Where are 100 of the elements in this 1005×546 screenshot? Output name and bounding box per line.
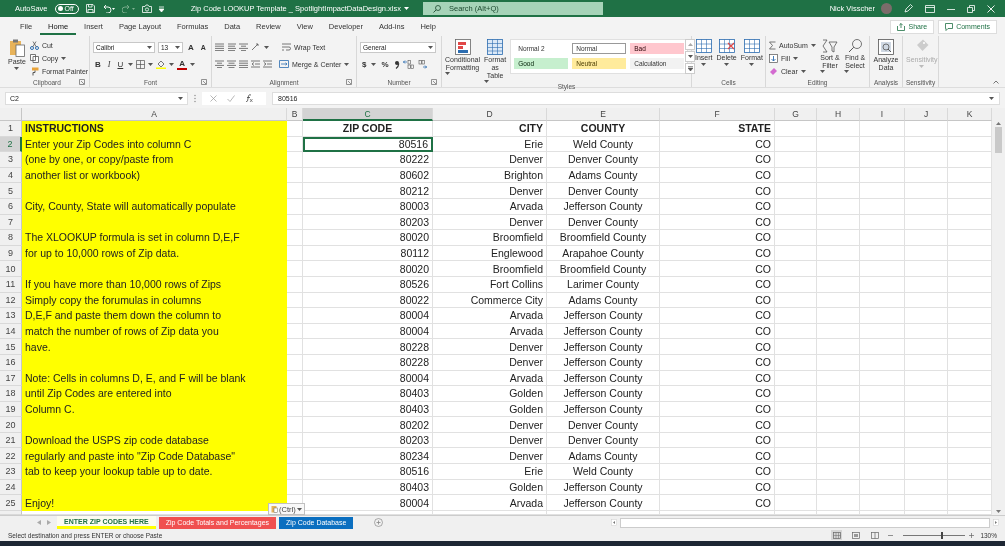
underline-button[interactable]: U xyxy=(115,59,126,69)
dialog-launcher-icon[interactable] xyxy=(346,79,352,85)
empty-cell xyxy=(905,152,948,168)
empty-cell xyxy=(817,245,860,262)
align-right-icon[interactable] xyxy=(239,60,248,68)
row-header[interactable]: 13 xyxy=(0,308,22,324)
table-cell: Jefferson County xyxy=(547,323,660,340)
align-middle-icon[interactable] xyxy=(227,43,236,51)
column-header[interactable]: B xyxy=(287,108,303,121)
empty-cell xyxy=(817,136,860,153)
collapse-ribbon-icon[interactable] xyxy=(993,80,999,84)
column-header[interactable]: G xyxy=(775,108,817,121)
function-icon[interactable] xyxy=(245,94,253,102)
borders-icon[interactable] xyxy=(136,59,146,69)
scroll-right-icon[interactable] xyxy=(993,519,999,526)
orientation-icon[interactable] xyxy=(251,43,261,51)
delete-cells-icon xyxy=(718,39,735,53)
table-cell: 80212 xyxy=(303,183,433,199)
redo-icon[interactable] xyxy=(121,4,135,13)
table-cell: 80526 xyxy=(303,276,433,293)
scroll-down-button[interactable] xyxy=(685,51,696,62)
empty-cell xyxy=(905,276,948,293)
column-header[interactable]: I xyxy=(860,108,905,121)
scroll-down-icon[interactable] xyxy=(996,510,1001,513)
table-cell: Arvada xyxy=(433,198,547,215)
increase-indent-icon[interactable] xyxy=(263,60,272,68)
caret-icon xyxy=(296,507,302,511)
restore-icon[interactable] xyxy=(967,4,975,13)
empty-cell xyxy=(905,417,948,433)
decrease-decimal-icon[interactable] xyxy=(416,59,428,69)
column-header[interactable]: C xyxy=(303,108,433,121)
horizontal-scrollbar[interactable] xyxy=(620,517,990,528)
row-header[interactable]: 23 xyxy=(0,464,22,480)
ribbon-display-icon[interactable] xyxy=(925,4,935,13)
table-cell: until Zip Codes are entered into xyxy=(22,386,287,402)
dialog-launcher-icon[interactable] xyxy=(431,79,437,85)
row-header[interactable]: 8 xyxy=(0,230,22,246)
format-cells-icon xyxy=(743,39,760,53)
row-header[interactable]: 22 xyxy=(0,448,22,465)
currency-button[interactable]: $ xyxy=(360,59,369,69)
zoom-in-icon[interactable] xyxy=(969,532,975,538)
column-header[interactable]: D xyxy=(433,108,547,121)
align-left-icon[interactable] xyxy=(215,60,224,68)
customize-icon[interactable] xyxy=(158,5,164,12)
align-top-icon[interactable] xyxy=(215,43,224,51)
pen-icon[interactable] xyxy=(904,4,913,13)
close-icon[interactable] xyxy=(987,4,995,13)
row-header[interactable]: 25 xyxy=(0,495,22,511)
page-break-view-button[interactable] xyxy=(869,530,881,540)
dialog-launcher-icon[interactable] xyxy=(201,79,207,85)
caret-icon xyxy=(264,45,269,49)
dialog-launcher-icon[interactable] xyxy=(79,79,85,85)
empty-cell xyxy=(905,464,948,480)
empty-cell xyxy=(860,230,905,246)
row-header[interactable]: 3 xyxy=(0,152,22,168)
scroll-up-icon[interactable] xyxy=(996,122,1001,125)
undo-icon[interactable] xyxy=(101,4,115,13)
column-header[interactable]: A xyxy=(22,108,287,121)
column-header[interactable]: E xyxy=(547,108,660,121)
decrease-indent-icon[interactable] xyxy=(251,60,260,68)
percent-button[interactable]: % xyxy=(379,59,391,69)
row-header[interactable]: 15 xyxy=(0,339,22,355)
table-cell: 80228 xyxy=(303,354,433,371)
comma-style-icon[interactable] xyxy=(393,59,400,69)
more-styles-button[interactable] xyxy=(685,63,696,74)
font-color-button[interactable]: A xyxy=(177,58,187,70)
copy-icon xyxy=(29,53,39,63)
column-header[interactable]: F xyxy=(660,108,775,121)
scrollbar-thumb[interactable] xyxy=(995,127,1002,153)
fill-color-icon[interactable] xyxy=(156,59,167,69)
row-header[interactable]: 5 xyxy=(0,183,22,199)
align-center-icon[interactable] xyxy=(227,60,236,68)
table-cell: CO xyxy=(660,417,775,433)
empty-cell xyxy=(287,276,303,293)
row-header[interactable]: 20 xyxy=(0,417,22,433)
previous-sheet-icon[interactable] xyxy=(37,520,41,525)
column-header[interactable]: J xyxy=(905,108,948,121)
normal-view-button[interactable] xyxy=(831,530,843,540)
grow-font-button[interactable]: A xyxy=(186,42,196,52)
save-icon[interactable] xyxy=(85,4,95,13)
camera-icon[interactable] xyxy=(141,4,152,13)
italic-button[interactable]: I xyxy=(105,59,113,69)
bold-button[interactable]: B xyxy=(93,59,103,69)
align-bottom-icon[interactable] xyxy=(239,43,248,51)
next-sheet-icon[interactable] xyxy=(47,520,51,525)
add-sheet-icon[interactable] xyxy=(374,518,384,527)
column-header[interactable]: K xyxy=(948,108,992,121)
cancel-icon[interactable] xyxy=(210,94,217,102)
table-cell: CO xyxy=(660,136,775,153)
zoom-out-icon[interactable] xyxy=(888,532,894,538)
empty-cell xyxy=(905,230,948,246)
column-header[interactable]: H xyxy=(817,108,860,121)
row-header[interactable]: 10 xyxy=(0,261,22,277)
row-header[interactable]: 18 xyxy=(0,386,22,402)
row-header[interactable]: 1 xyxy=(0,121,22,137)
scroll-left-icon[interactable] xyxy=(611,519,617,526)
empty-cell xyxy=(775,230,817,246)
page-layout-view-button[interactable] xyxy=(850,530,862,540)
table-cell: Jefferson County xyxy=(547,479,660,496)
empty-cell xyxy=(817,370,860,387)
